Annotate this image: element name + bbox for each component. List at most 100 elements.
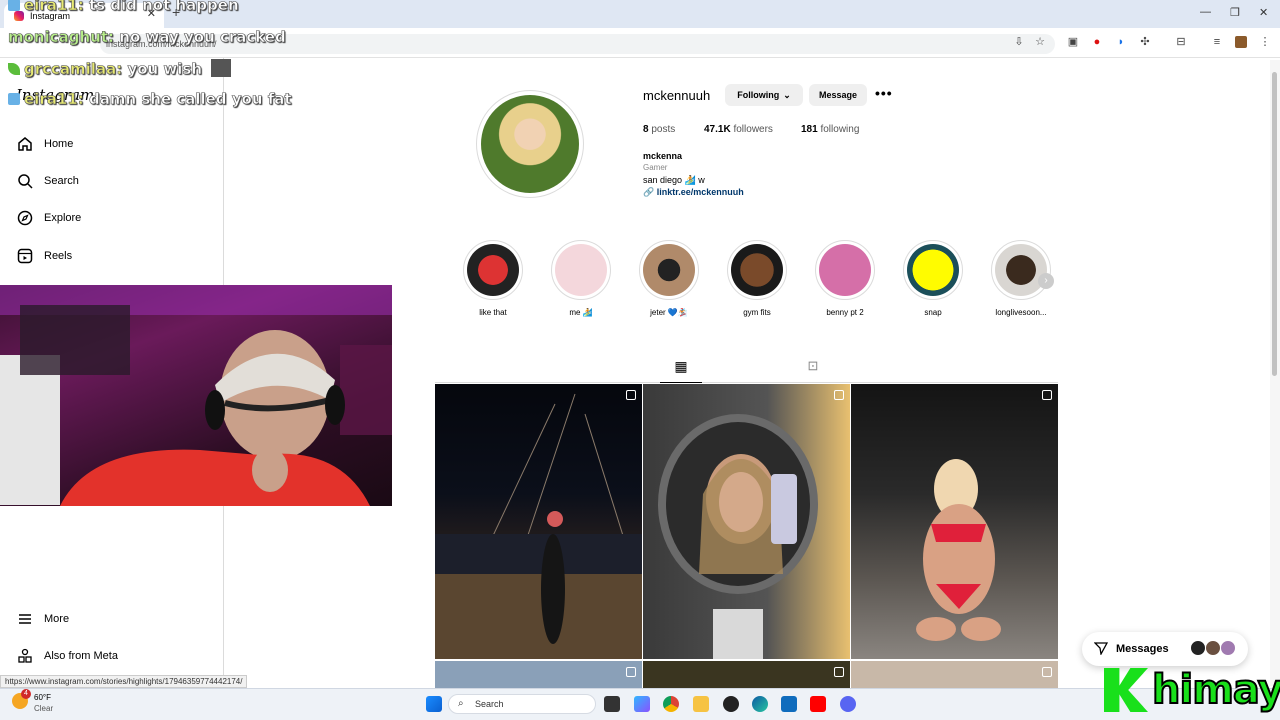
minimize-icon[interactable]: — xyxy=(1200,6,1211,18)
posts-stat: 8 posts xyxy=(643,124,675,135)
profile-avatar[interactable] xyxy=(476,90,584,198)
sidebar-item-also-from-meta[interactable]: Also from Meta xyxy=(16,646,118,666)
highlight-cover xyxy=(819,244,871,296)
highlight-item[interactable]: snap xyxy=(903,240,963,317)
youtube-icon[interactable] xyxy=(810,696,826,712)
emote-icon xyxy=(211,59,232,77)
sidebar-item-label: Explore xyxy=(44,212,82,224)
home-icon xyxy=(16,135,34,153)
task-view-icon[interactable] xyxy=(604,696,620,712)
highlight-item[interactable]: jeter 💙🏂 xyxy=(639,240,699,317)
bio-category: Gamer xyxy=(643,163,668,172)
post-thumbnail[interactable] xyxy=(643,661,850,688)
more-options-icon[interactable]: ••• xyxy=(875,85,893,101)
browser-menu-icon[interactable]: ⋮ xyxy=(1259,36,1271,48)
tab-tagged-icon[interactable]: ⊡ xyxy=(800,358,826,378)
bookmark-star-icon[interactable]: ☆ xyxy=(1034,36,1046,48)
highlight-label: like that xyxy=(479,308,507,317)
highlight-cover xyxy=(731,244,783,296)
sidebar-item-more[interactable]: More xyxy=(16,609,69,629)
following-button[interactable]: Following ⌄ xyxy=(725,84,803,106)
followers-count: 47.1K xyxy=(704,124,731,135)
chat-message: grccamilaa: you wish xyxy=(8,59,232,79)
weather-desc: Clear xyxy=(34,704,54,713)
weather-badge: 4 xyxy=(21,689,31,699)
opera-icon[interactable]: ● xyxy=(1091,36,1103,48)
speech-icon[interactable]: ◗ xyxy=(1115,36,1127,48)
message-label: Message xyxy=(818,90,858,100)
highlight-item[interactable]: benny pt 2 xyxy=(815,240,875,317)
post-thumbnail[interactable] xyxy=(643,384,850,659)
highlight-label: me 🏄 xyxy=(569,308,593,317)
sidebar-item-label: Search xyxy=(44,175,79,187)
highlight-item[interactable]: gym fits xyxy=(727,240,787,317)
leaf-badge-icon xyxy=(8,63,20,75)
highlight-label: snap xyxy=(924,308,942,317)
sidebar-item-label: More xyxy=(44,613,70,625)
sidebar-item-label: Also from Meta xyxy=(44,650,118,662)
extension-icon[interactable]: ▣ xyxy=(1067,36,1079,48)
sidebar-item-reels[interactable]: Reels xyxy=(16,246,72,266)
restore-icon[interactable]: ❐ xyxy=(1230,6,1240,19)
carousel-icon xyxy=(834,390,844,400)
webcam-overlay xyxy=(0,285,392,506)
bio-name: mckenna xyxy=(643,151,683,161)
search-icon: ⌕ xyxy=(458,698,464,709)
highlight-cover xyxy=(995,244,1047,296)
hamburger-menu-icon xyxy=(16,610,34,628)
windows-start-icon[interactable] xyxy=(426,696,442,712)
reading-list-icon[interactable]: ≡ xyxy=(1211,36,1223,48)
following-stat[interactable]: 181 following xyxy=(801,124,859,135)
tabs-divider xyxy=(435,382,1058,383)
post-thumbnail[interactable] xyxy=(851,661,1058,688)
profile-username: mckennuuh xyxy=(643,88,711,103)
highlight-cover xyxy=(907,244,959,296)
watermark-text: himay xyxy=(1151,666,1280,714)
posts-count: 8 xyxy=(643,124,649,135)
post-thumbnail[interactable] xyxy=(435,384,642,659)
post-thumbnail[interactable] xyxy=(851,384,1058,659)
sidebar-item-explore[interactable]: Explore xyxy=(16,208,81,228)
copilot-icon[interactable] xyxy=(634,696,650,712)
install-app-icon[interactable]: ⇩ xyxy=(1013,36,1025,48)
chat-text: you wish xyxy=(127,60,203,79)
puzzle-extensions-icon[interactable]: ✣ xyxy=(1139,36,1151,48)
following-label: Following xyxy=(737,90,780,100)
profile-avatar-icon[interactable] xyxy=(1235,36,1247,48)
reels-icon xyxy=(16,247,34,265)
highlight-item[interactable]: me 🏄 xyxy=(551,240,611,317)
carousel-icon xyxy=(1042,667,1052,677)
messages-label: Messages xyxy=(1116,643,1169,655)
sidebar-item-home[interactable]: Home xyxy=(16,134,73,154)
highlight-label: jeter 💙🏂 xyxy=(650,308,688,317)
chevron-down-icon: ⌄ xyxy=(783,89,791,100)
bio-link[interactable]: 🔗 linktr.ee/mckennuuh xyxy=(643,187,744,198)
tab-search-icon[interactable]: ⊟ xyxy=(1175,36,1187,48)
store-icon[interactable] xyxy=(781,696,797,712)
followers-label: followers xyxy=(733,124,773,135)
followers-stat[interactable]: 47.1K followers xyxy=(704,124,773,135)
avatar xyxy=(1220,640,1236,656)
bio-text: san diego 🏄 w xyxy=(643,175,705,185)
highlight-item[interactable]: like that xyxy=(463,240,523,317)
carousel-icon xyxy=(834,667,844,677)
chrome-icon[interactable] xyxy=(663,696,679,712)
streamer-watermark: himay xyxy=(1104,664,1280,716)
obs-icon[interactable] xyxy=(723,696,739,712)
file-explorer-icon[interactable] xyxy=(693,696,709,712)
weather-temp: 60°F xyxy=(34,693,51,702)
message-button[interactable]: Message xyxy=(809,84,867,106)
meta-apps-icon xyxy=(16,647,34,665)
window-close-icon[interactable]: ✕ xyxy=(1259,6,1268,19)
tab-posts-grid-icon[interactable]: ▦ xyxy=(660,358,702,383)
edge-icon[interactable] xyxy=(752,696,768,712)
chat-username: grccamilaa: xyxy=(24,60,123,79)
bio-link-text: linktr.ee/mckennuuh xyxy=(656,187,744,197)
sidebar-item-search[interactable]: Search xyxy=(16,171,79,191)
taskbar-search[interactable]: ⌕ Search xyxy=(448,694,596,714)
post-thumbnail[interactable] xyxy=(435,661,642,688)
discord-icon[interactable] xyxy=(840,696,856,712)
chevron-right-icon[interactable]: › xyxy=(1038,273,1054,289)
highlight-cover xyxy=(555,244,607,296)
scrollbar-thumb[interactable] xyxy=(1272,72,1277,376)
